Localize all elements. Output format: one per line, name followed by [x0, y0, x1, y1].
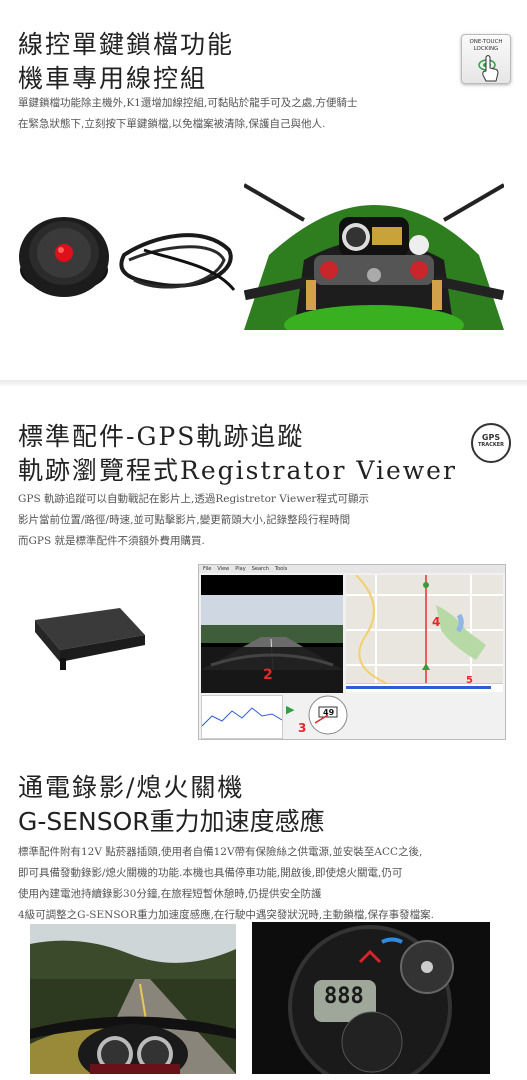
menu-file[interactable]: File [203, 565, 211, 573]
map-pane[interactable]: 4 [346, 574, 503, 684]
controls-label-3: 3 [298, 721, 307, 735]
viewer-menu-bar: File View Play Search Tools [199, 565, 505, 573]
motorcycle-cockpit-image [244, 175, 504, 330]
section3-desc-line3: 使用內建電池持續錄影30分鐘,在旅程短暫休憩時,仍提供安全防護 [18, 888, 322, 900]
section2-title-line2: 軌跡瀏覽程式Registrator Viewer [18, 456, 457, 485]
trip-list-selected-row[interactable] [346, 686, 491, 689]
section1-desc-line2: 在緊急狀態下,立刻按下單鍵鎖檔,以免檔案被清除,保護自己與他人. [18, 118, 326, 130]
play-icon[interactable]: ▶ [286, 703, 294, 716]
touch-hand-icon [478, 55, 499, 82]
trip-list-pane[interactable]: 5 [346, 675, 503, 692]
video-pane[interactable]: 2 [201, 575, 343, 693]
gps-tracker-badge: GPS TRACKER [471, 423, 511, 463]
menu-tools[interactable]: Tools [275, 565, 287, 573]
gauge-cluster-photo: 888 [252, 922, 490, 1074]
section1-desc-line1: 單鍵鎖檔功能除主機外,K1還增加線控組,可黏貼於龍手可及之處,方便騎士 [18, 97, 358, 109]
section3-title-line2: G-SENSOR重力加速度感應 [18, 807, 325, 836]
speed-graph [201, 695, 283, 739]
map-pane-label-4: 4 [432, 615, 441, 629]
section-divider [0, 380, 527, 386]
section3-title-line1: 通電錄影/熄火關機 [18, 773, 245, 802]
speed-readout: 49 [323, 708, 335, 717]
remote-control-image [19, 217, 236, 297]
registrator-viewer-screenshot: File View Play Search Tools 2 4 5 ▶ 3 49 [198, 564, 506, 740]
one-touch-locking-badge: ONE-TOUCH LOCKING [461, 34, 511, 84]
menu-play[interactable]: Play [235, 565, 245, 573]
section1-title-line2: 機車專用線控組 [18, 64, 208, 93]
video-pane-label-2: 2 [263, 667, 273, 683]
list-pane-label-5: 5 [466, 675, 473, 686]
menu-search[interactable]: Search [252, 565, 269, 573]
section3-desc-line1: 標準配件附有12V 點菸器插頭,使用者自備12V帶有保險絲之供電源,並安裝至AC… [18, 846, 423, 858]
section1-title-line1: 線控單鍵鎖檔功能 [18, 30, 235, 59]
gps-module-image [35, 608, 145, 670]
section2-desc-line3: 而GPS 就是標準配件不須額外費用購買. [18, 535, 205, 547]
road-riding-photo [30, 924, 236, 1074]
section2-title-line1: 標準配件-GPS軌跡追蹤 [18, 422, 305, 451]
section3-desc-line2: 即可具備發動錄影/熄火關機的功能.本機也具備停車功能,開啟後,即使熄火關電,仍可 [18, 867, 403, 879]
section2-desc-line1: GPS 軌跡追蹤可以自動戰記在影片上,透過Registretor Viewer程… [18, 493, 369, 505]
gauge-digits: 888 [324, 984, 364, 1009]
gps-badge-text: GPS [481, 433, 501, 442]
menu-view[interactable]: View [217, 565, 229, 573]
section2-desc-line2: 影片當前位置/路徑/時速,並可點擊影片,變更箭頭大小,記錄整段行程時間 [18, 514, 351, 526]
tracker-badge-text: TRACKER [478, 442, 504, 448]
